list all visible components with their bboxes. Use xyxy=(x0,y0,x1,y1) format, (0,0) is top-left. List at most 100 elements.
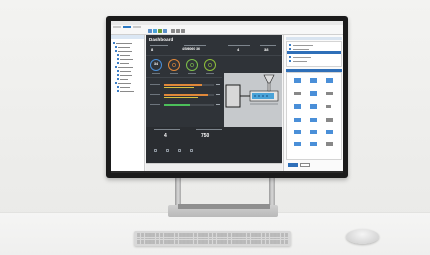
ribbon-button-icon[interactable] xyxy=(158,29,162,33)
keyboard-key xyxy=(155,242,160,244)
tree-item[interactable] xyxy=(120,86,130,88)
keyboard-key xyxy=(235,235,239,238)
stat-label xyxy=(184,45,206,46)
gauge-1[interactable]: 34 xyxy=(150,59,162,71)
stat-label xyxy=(260,45,276,46)
tree-item[interactable] xyxy=(120,78,128,80)
ribbon-button-icon[interactable] xyxy=(163,29,167,33)
keyboard xyxy=(134,231,291,246)
hmi-title: Dashboard xyxy=(149,37,174,42)
gauge-value xyxy=(205,62,215,69)
keyboard-key xyxy=(152,235,156,238)
hmi-divider xyxy=(146,77,222,78)
hmi-divider xyxy=(146,55,282,56)
tree-item[interactable] xyxy=(120,58,133,60)
ribbon-button-icon[interactable] xyxy=(176,29,180,33)
progress-bar xyxy=(164,96,198,98)
ribbon-tab[interactable] xyxy=(113,26,121,28)
progress-bar xyxy=(164,84,202,86)
gauge-label xyxy=(170,73,178,74)
ribbon-button-icon[interactable] xyxy=(181,29,185,33)
keyboard-key xyxy=(269,235,273,238)
keyboard-key xyxy=(239,235,243,238)
keyboard-key xyxy=(254,235,258,238)
bar-value xyxy=(216,93,220,95)
keyboard-key xyxy=(265,242,270,244)
keyboard-key xyxy=(250,235,254,238)
keyboard-key xyxy=(231,242,235,244)
list-item[interactable] xyxy=(293,60,307,62)
keyboard-key xyxy=(174,235,179,238)
ribbon-button-icon[interactable] xyxy=(171,29,175,33)
gauge-3[interactable] xyxy=(186,59,198,71)
ok-button[interactable] xyxy=(288,163,298,167)
list-item[interactable] xyxy=(293,56,311,58)
keyboard-key xyxy=(144,235,148,238)
keyboard-key xyxy=(258,235,262,238)
gauge-label xyxy=(206,73,214,74)
keyboard-key xyxy=(171,235,175,238)
toolbox-icons[interactable] xyxy=(286,72,342,160)
gauge-4[interactable] xyxy=(204,59,216,71)
gauge-2[interactable] xyxy=(168,59,180,71)
tree-item[interactable] xyxy=(120,90,134,92)
stand-hinge xyxy=(178,204,270,209)
list-item[interactable] xyxy=(293,44,313,46)
bar-label xyxy=(150,104,160,105)
file-icon xyxy=(117,54,119,56)
keyboard-key xyxy=(167,235,171,238)
gear-icon[interactable] xyxy=(154,149,157,152)
mouse xyxy=(346,229,379,244)
tree-item[interactable] xyxy=(118,82,131,84)
ribbon-button-icon[interactable] xyxy=(153,29,157,33)
tree-item[interactable] xyxy=(118,46,130,48)
keyboard-key xyxy=(284,235,288,238)
alarm-icon[interactable] xyxy=(178,149,181,152)
keyboard-key xyxy=(212,235,217,238)
keyboard-key xyxy=(155,235,160,238)
ribbon-tab[interactable] xyxy=(133,26,141,28)
tree-item[interactable] xyxy=(120,54,130,56)
bar-label xyxy=(150,84,160,85)
tree-item[interactable] xyxy=(120,62,129,64)
keyboard-key xyxy=(201,242,205,244)
keyboard-key xyxy=(269,242,273,244)
gauge-value: 34 xyxy=(154,62,158,67)
keyboard-key xyxy=(178,242,182,244)
checkbox-icon[interactable] xyxy=(289,60,291,62)
keyboard-key xyxy=(163,242,167,244)
keyboard-key xyxy=(159,235,163,238)
checkbox-icon[interactable] xyxy=(289,44,291,46)
keyboard-key xyxy=(137,242,141,244)
keyboard-key xyxy=(205,242,209,244)
trend-icon[interactable] xyxy=(190,149,193,152)
cancel-button[interactable] xyxy=(300,163,310,167)
keyboard-key xyxy=(201,235,205,238)
tree-item[interactable] xyxy=(116,42,132,44)
selected-list-item[interactable] xyxy=(287,51,341,54)
keyboard-key xyxy=(178,235,182,238)
tree-item[interactable] xyxy=(118,66,133,68)
keyboard-key xyxy=(224,242,228,244)
keyboard-key xyxy=(208,235,213,238)
tree-item[interactable] xyxy=(120,74,132,76)
folder-icon xyxy=(113,42,115,44)
ribbon-button-icon[interactable] xyxy=(148,29,152,33)
tree-item[interactable] xyxy=(120,70,131,72)
checkbox-icon[interactable] xyxy=(289,56,291,58)
tree-item[interactable] xyxy=(118,50,132,52)
keyboard-key xyxy=(220,242,224,244)
ribbon-tab-active[interactable] xyxy=(123,26,131,28)
info-icon[interactable] xyxy=(166,149,169,152)
keyboard-key xyxy=(208,242,213,244)
keyboard-key xyxy=(216,235,220,238)
hmi-dashboard: Dashboard 8 4/5/6060 36 4 38 34 4 750 xyxy=(146,35,282,163)
list-item[interactable] xyxy=(293,48,309,50)
stat-label xyxy=(150,45,168,46)
machine-view xyxy=(224,73,282,127)
keyboard-key xyxy=(277,242,281,244)
counter-value: 4 xyxy=(164,133,167,139)
keyboard-key xyxy=(205,235,209,238)
checkbox-icon[interactable] xyxy=(289,48,291,50)
keyboard-key xyxy=(231,235,235,238)
